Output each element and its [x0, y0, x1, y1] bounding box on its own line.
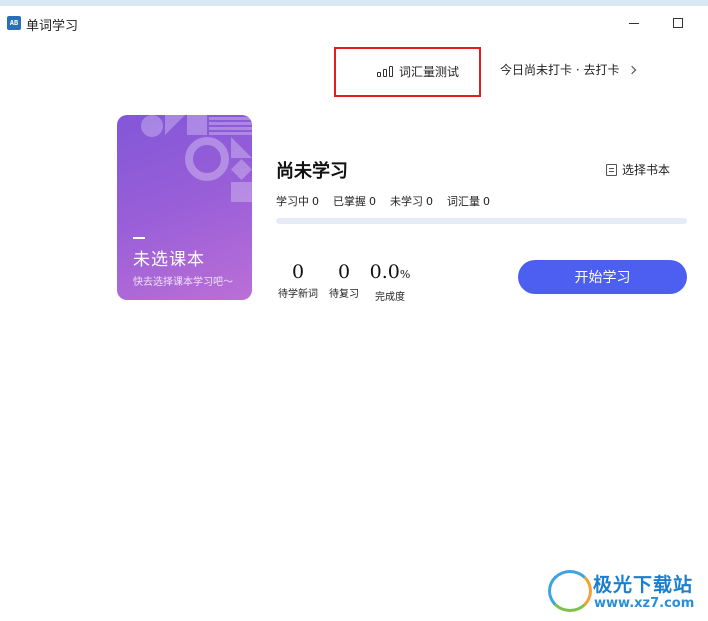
start-learning-button[interactable]: 开始学习 [518, 260, 687, 294]
book-icon [606, 163, 617, 176]
app-window: AB 单词学习 词汇量测试 今日尚未打卡 · 去打卡 未选课本 快去选择课本学习… [0, 0, 708, 621]
checkin-label: 今日尚未打卡 · 去打卡 [500, 63, 620, 77]
completion-value: 0.0 [369, 261, 400, 283]
stat-mastered: 已掌握 0 [333, 193, 376, 209]
book-subtitle: 快去选择课本学习吧～ [133, 277, 233, 288]
cover-decoration [231, 137, 252, 158]
watermark-name: 极光下载站 [593, 574, 694, 596]
metric-value: 0 [337, 261, 351, 283]
book-title: 未选课本 [133, 250, 205, 270]
metric-new-words: 0 待学新词 [273, 261, 323, 300]
metric-label: 待学新词 [278, 289, 318, 300]
cover-decoration [231, 182, 252, 202]
cover-decoration [231, 159, 252, 180]
cover-decoration [165, 115, 185, 135]
watermark: 极光下载站 www.xz7.com [548, 568, 700, 616]
cover-decoration [185, 137, 229, 181]
maximize-icon [673, 18, 683, 28]
stat-unlearned: 未学习 0 [390, 193, 433, 209]
metric-value: 0.0% [365, 261, 415, 286]
title-bar: AB 单词学习 [0, 6, 708, 38]
watermark-logo-icon [548, 570, 592, 612]
window-title: 单词学习 [26, 19, 79, 34]
cover-dash [133, 237, 145, 239]
choose-book-label: 选择书本 [622, 163, 671, 177]
cover-decoration [209, 117, 252, 120]
study-status-title: 尚未学习 [276, 161, 348, 182]
completion-unit: % [399, 268, 411, 281]
stat-value: 0 [312, 195, 319, 208]
stat-label: 未学习 [390, 195, 423, 208]
stat-label: 已掌握 [333, 195, 366, 208]
metric-review: 0 待复习 [319, 261, 369, 300]
app-icon: AB [7, 16, 21, 30]
watermark-url: www.xz7.com [594, 596, 695, 611]
maximize-button[interactable] [666, 13, 690, 33]
progress-bar [276, 218, 687, 224]
minimize-icon [629, 22, 639, 24]
stat-value: 0 [369, 195, 376, 208]
vocab-test-link[interactable]: 词汇量测试 [377, 61, 459, 81]
choose-book-button[interactable]: 选择书本 [606, 161, 670, 178]
metric-completion: 0.0% 完成度 [365, 261, 415, 303]
minimize-button[interactable] [622, 13, 646, 33]
stat-learning: 学习中 0 [276, 193, 319, 209]
metric-label: 待复习 [329, 289, 359, 300]
cover-decoration [187, 115, 207, 135]
stat-label: 学习中 [276, 195, 309, 208]
checkin-link[interactable]: 今日尚未打卡 · 去打卡 [500, 61, 637, 78]
stats-row: 学习中 0 已掌握 0 未学习 0 词汇量 0 [276, 193, 490, 209]
metric-label: 完成度 [375, 292, 405, 303]
book-cover-card[interactable]: 未选课本 快去选择课本学习吧～ [117, 115, 252, 300]
vocab-test-label: 词汇量测试 [399, 64, 460, 79]
stat-value: 0 [426, 195, 433, 208]
stat-vocabulary: 词汇量 0 [447, 193, 490, 209]
chevron-right-icon [628, 65, 637, 74]
metric-value: 0 [291, 261, 305, 283]
bar-chart-icon [377, 65, 393, 77]
stat-label: 词汇量 [447, 195, 480, 208]
cover-decoration [141, 115, 163, 137]
stat-value: 0 [483, 195, 490, 208]
